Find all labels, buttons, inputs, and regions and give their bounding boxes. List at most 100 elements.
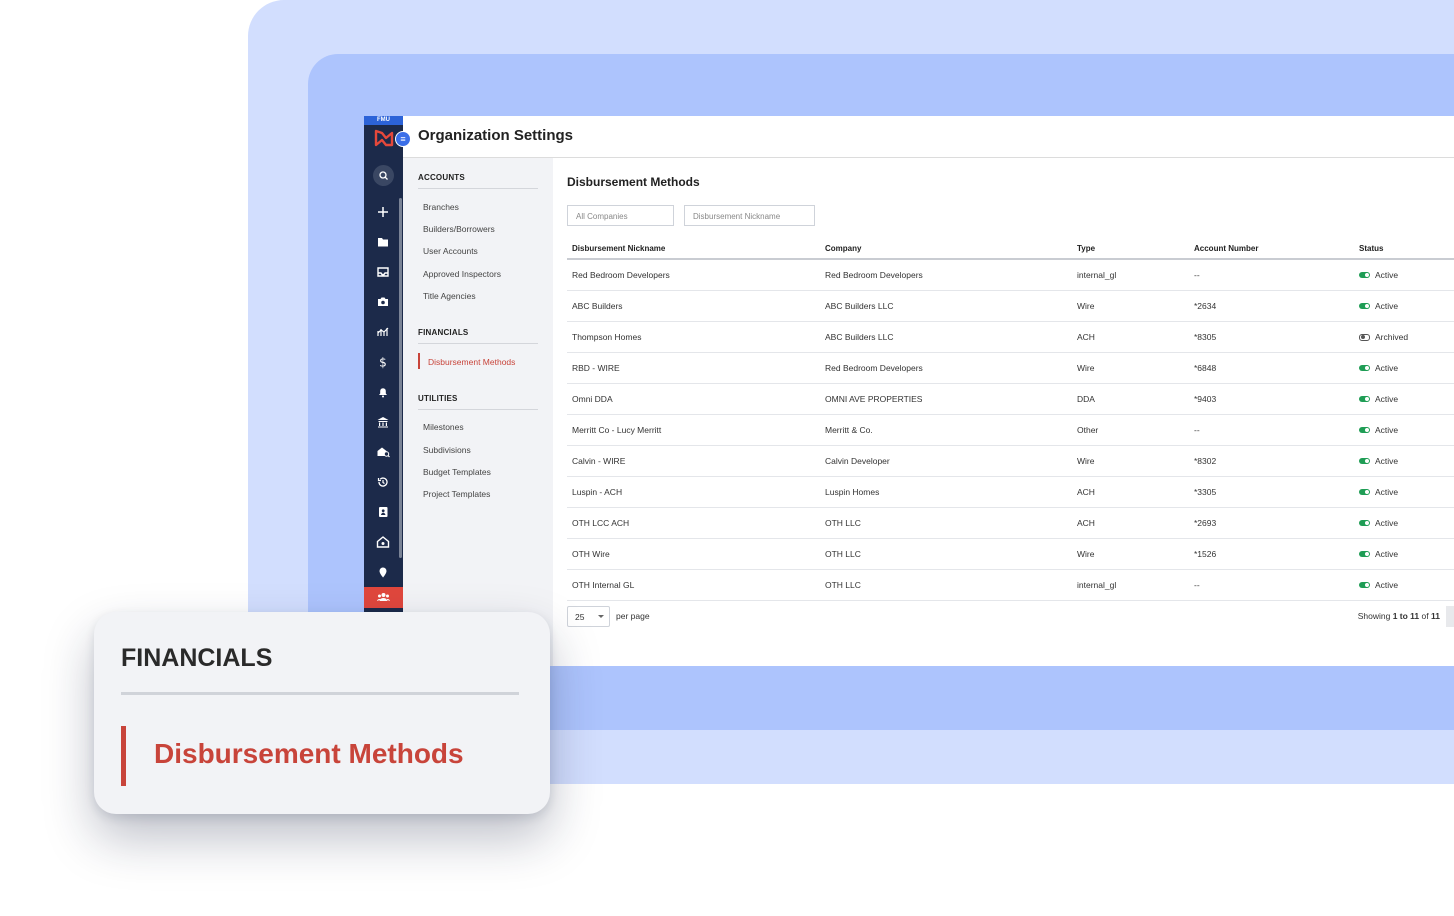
map-pin-icon[interactable]: [375, 565, 391, 579]
callout-divider: [121, 692, 519, 695]
dollar-icon[interactable]: $: [375, 355, 391, 370]
active-indicator: [418, 353, 420, 369]
toggle-on-icon[interactable]: [1359, 427, 1370, 433]
per-page-select[interactable]: 25: [567, 606, 610, 627]
cell-account-number: *6848: [1189, 352, 1354, 384]
sidebar-item-project-templates[interactable]: Project Templates: [423, 489, 490, 499]
column-header-type[interactable]: Type: [1072, 238, 1189, 260]
bell-icon[interactable]: [375, 385, 391, 399]
cell-company: OTH LLC: [820, 507, 1072, 539]
toggle-on-icon[interactable]: [1359, 303, 1370, 309]
table-row[interactable]: ABC Builders ABC Builders LLC Wire *2634 Act…: [567, 290, 1454, 322]
sidebar-item-builders-borrowers[interactable]: Builders/Borrowers: [423, 224, 495, 234]
callout-section-title: FINANCIALS: [121, 644, 273, 672]
cell-account-number: *8305: [1189, 321, 1354, 353]
table-row[interactable]: Merritt Co - Lucy Merritt Merritt & Co. Ot…: [567, 414, 1454, 446]
cell-company: Calvin Developer: [820, 445, 1072, 477]
sidebar-item-milestones[interactable]: Milestones: [423, 422, 464, 432]
plus-icon[interactable]: [375, 205, 391, 219]
cell-type: Wire: [1072, 290, 1189, 322]
status-label: Active: [1375, 580, 1399, 590]
contacts-icon[interactable]: [375, 505, 391, 519]
showing-range: 1 to 11: [1392, 611, 1420, 621]
cell-status: Active: [1354, 383, 1454, 415]
table-row[interactable]: OTH LCC ACH OTH LLC ACH *2693 Active: [567, 507, 1454, 539]
chart-icon[interactable]: [375, 325, 391, 339]
cell-account-number: *9403: [1189, 383, 1354, 415]
toggle-on-icon[interactable]: [1359, 582, 1370, 588]
pagination-button[interactable]: [1446, 606, 1454, 627]
home-settings-icon[interactable]: [375, 535, 391, 549]
rail-scrollbar[interactable]: [399, 198, 402, 558]
sidebar-item-title-agencies[interactable]: Title Agencies: [423, 291, 476, 301]
sidebar-item-budget-templates[interactable]: Budget Templates: [423, 467, 491, 477]
showing-prefix: Showing: [1357, 611, 1391, 621]
toggle-off-icon[interactable]: [1359, 333, 1370, 341]
showing-summary: Showing 1 to 11 of 11: [1358, 611, 1440, 621]
sidebar-item-branches[interactable]: Branches: [423, 202, 459, 212]
cell-status: Active: [1354, 352, 1454, 384]
table-row[interactable]: Thompson Homes ABC Builders LLC ACH *8305 Ar…: [567, 321, 1454, 353]
cell-nickname: Luspin - ACH: [567, 476, 820, 508]
table-row[interactable]: Omni DDA OMNI AVE PROPERTIES DDA *9403 Activ…: [567, 383, 1454, 415]
page-title: Organization Settings: [418, 127, 574, 144]
history-icon[interactable]: [375, 475, 391, 489]
cell-account-number: --: [1189, 569, 1354, 601]
table-row[interactable]: Luspin - ACH Luspin Homes ACH *3305 Active: [567, 476, 1454, 508]
toggle-on-icon[interactable]: [1359, 489, 1370, 495]
settings-sidebar: ACCOUNTS Branches Builders/Borrowers Use…: [403, 158, 553, 666]
toggle-on-icon[interactable]: [1359, 365, 1370, 371]
column-header-account-number[interactable]: Account Number: [1189, 238, 1354, 260]
cell-type: ACH: [1072, 321, 1189, 353]
table-row[interactable]: OTH Wire OTH LLC Wire *1526 Active: [567, 538, 1454, 570]
status-label: Active: [1375, 518, 1399, 528]
toggle-on-icon[interactable]: [1359, 551, 1370, 557]
cell-status: Active: [1354, 507, 1454, 539]
company-filter-input[interactable]: All Companies: [567, 205, 674, 226]
cell-account-number: *3305: [1189, 476, 1354, 508]
sidebar-item-disbursement-methods[interactable]: Disbursement Methods: [428, 357, 515, 367]
nickname-filter-input[interactable]: Disbursement Nickname: [684, 205, 815, 226]
brand-logo-icon[interactable]: [374, 129, 394, 147]
per-page-value: 25: [575, 612, 585, 622]
cell-nickname: Calvin - WIRE: [567, 445, 820, 477]
cell-nickname: OTH LCC ACH: [567, 507, 820, 539]
inbox-icon[interactable]: [375, 265, 391, 279]
sidebar-item-user-accounts[interactable]: User Accounts: [423, 246, 478, 256]
table-row[interactable]: RBD - WIRE Red Bedroom Developers Wire *684…: [567, 352, 1454, 384]
column-header-status[interactable]: Status: [1354, 238, 1454, 260]
status-badge: Active: [1359, 487, 1454, 497]
team-nav-item[interactable]: [364, 587, 403, 608]
table-row[interactable]: Red Bedroom Developers Red Bedroom Develo…: [567, 259, 1454, 291]
menu-toggle-icon[interactable]: ≡: [395, 131, 411, 147]
sidebar-item-subdivisions[interactable]: Subdivisions: [423, 445, 471, 455]
status-label: Active: [1375, 425, 1399, 435]
toggle-on-icon[interactable]: [1359, 458, 1370, 464]
cell-account-number: --: [1189, 414, 1354, 446]
cell-status: Active: [1354, 414, 1454, 446]
cell-nickname: RBD - WIRE: [567, 352, 820, 384]
sidebar-item-approved-inspectors[interactable]: Approved Inspectors: [423, 269, 501, 279]
search-icon[interactable]: [373, 165, 394, 186]
status-badge: Active: [1359, 518, 1454, 528]
column-header-company[interactable]: Company: [820, 238, 1072, 260]
toggle-on-icon[interactable]: [1359, 520, 1370, 526]
camera-icon[interactable]: [375, 295, 391, 309]
toggle-on-icon[interactable]: [1359, 272, 1370, 278]
cell-status: Active: [1354, 476, 1454, 508]
section-divider: [418, 343, 538, 344]
inspection-icon[interactable]: [375, 445, 391, 459]
section-title-financials: FINANCIALS: [418, 328, 469, 337]
column-header-nickname[interactable]: Disbursement Nickname: [567, 238, 820, 260]
folder-icon[interactable]: [375, 235, 391, 249]
cell-type: DDA: [1072, 383, 1189, 415]
table-row[interactable]: Calvin - WIRE Calvin Developer Wire *8302 Ac…: [567, 445, 1454, 477]
status-badge: Active: [1359, 425, 1454, 435]
cell-company: OMNI AVE PROPERTIES: [820, 383, 1072, 415]
callout-disbursement-methods-link[interactable]: Disbursement Methods: [154, 738, 464, 770]
toggle-on-icon[interactable]: [1359, 396, 1370, 402]
table-row[interactable]: OTH Internal GL OTH LLC internal_gl -- Activ…: [567, 569, 1454, 601]
env-tag: FMU: [364, 116, 403, 125]
bank-icon[interactable]: [375, 415, 391, 429]
cell-type: Other: [1072, 414, 1189, 446]
